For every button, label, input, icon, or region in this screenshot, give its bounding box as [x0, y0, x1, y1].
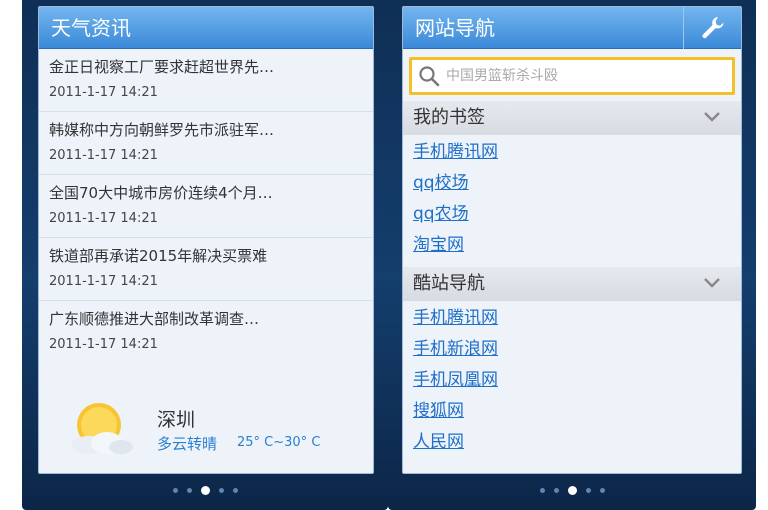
news-item-time: 2011-1-17 14:21: [49, 85, 158, 100]
news-item[interactable]: 金正日视察工厂要求赶超世界先… 2011-1-17 14:21: [39, 49, 373, 112]
bookmarks-section-header[interactable]: 我的书签: [403, 101, 741, 135]
chevron-down-icon[interactable]: [703, 111, 721, 123]
site-link[interactable]: 手机新浪网: [413, 334, 731, 365]
settings-button[interactable]: [683, 7, 741, 49]
page-dot[interactable]: [218, 488, 224, 493]
news-item-title[interactable]: 全国70大中城市房价连续4个月…: [49, 182, 363, 204]
weather-temperature: 25° C~30° C: [237, 435, 321, 450]
page-dot[interactable]: [539, 488, 545, 493]
news-item-title[interactable]: 韩媒称中方向朝鲜罗先市派驻军…: [49, 119, 363, 141]
partly-cloudy-icon: [71, 403, 133, 454]
page-dot[interactable]: [232, 488, 238, 493]
site-link[interactable]: 手机凤凰网: [413, 365, 731, 396]
news-screen: 天气资讯 金正日视察工厂要求赶超世界先… 2011-1-17 14:21 韩媒称…: [22, 0, 388, 510]
news-item[interactable]: 铁道部再承诺2015年解决买票难 2011-1-17 14:21: [39, 238, 373, 301]
weather-condition: 多云转晴: [157, 435, 218, 453]
news-item-time: 2011-1-17 14:21: [49, 148, 158, 163]
news-widget: 天气资讯 金正日视察工厂要求赶超世界先… 2011-1-17 14:21 韩媒称…: [38, 6, 374, 474]
bookmark-link[interactable]: qq农场: [413, 199, 731, 230]
news-item-title[interactable]: 铁道部再承诺2015年解决买票难: [49, 245, 363, 267]
news-item[interactable]: 全国70大中城市房价连续4个月… 2011-1-17 14:21: [39, 175, 373, 238]
weather-panel[interactable]: 深圳 多云转晴 25° C~30° C: [39, 391, 373, 473]
page-dot-active[interactable]: [567, 486, 577, 495]
wrench-icon: [701, 17, 724, 39]
page-dot-active[interactable]: [200, 486, 210, 495]
bookmark-link[interactable]: 淘宝网: [413, 230, 731, 261]
search-icon: [419, 66, 440, 87]
bookmark-link[interactable]: qq校场: [413, 168, 731, 199]
search-box[interactable]: [409, 57, 735, 95]
page-indicator[interactable]: [22, 486, 388, 495]
cool-nav-list: 手机腾讯网 手机新浪网 手机凤凰网 搜狐网 人民网: [403, 301, 741, 458]
page-indicator[interactable]: [388, 486, 756, 495]
page-dot[interactable]: [599, 488, 605, 493]
nav-widget-header: 网站导航: [403, 7, 741, 49]
site-link[interactable]: 人民网: [413, 427, 731, 458]
nav-widget-title: 网站导航: [415, 16, 495, 40]
cool-nav-title: 酷站导航: [413, 273, 485, 294]
nav-widget: 网站导航 我的书签 手机腾讯网 qq校场 qq农场 淘宝网: [402, 6, 742, 474]
bookmarks-list: 手机腾讯网 qq校场 qq农场 淘宝网: [403, 135, 741, 261]
bookmark-link[interactable]: 手机腾讯网: [413, 137, 731, 168]
site-link[interactable]: 手机腾讯网: [413, 303, 731, 334]
weather-city: 深圳: [157, 409, 196, 431]
news-item-time: 2011-1-17 14:21: [49, 274, 158, 289]
site-link[interactable]: 搜狐网: [413, 396, 731, 427]
news-item[interactable]: 广东顺德推进大部制改革调查… 2011-1-17 14:21: [39, 301, 373, 364]
page-dot[interactable]: [553, 488, 559, 493]
news-item-title[interactable]: 金正日视察工厂要求赶超世界先…: [49, 56, 363, 78]
news-item[interactable]: 韩媒称中方向朝鲜罗先市派驻军… 2011-1-17 14:21: [39, 112, 373, 175]
bookmarks-title: 我的书签: [413, 107, 485, 128]
page-dot[interactable]: [585, 488, 591, 493]
nav-screen: 网站导航 我的书签 手机腾讯网 qq校场 qq农场 淘宝网: [388, 0, 756, 510]
news-widget-title: 天气资讯: [39, 7, 373, 49]
chevron-down-icon[interactable]: [703, 277, 721, 289]
cool-nav-section-header[interactable]: 酷站导航: [403, 267, 741, 301]
page-dot[interactable]: [186, 488, 192, 493]
search-input[interactable]: [446, 60, 726, 92]
news-item-time: 2011-1-17 14:21: [49, 337, 158, 352]
page-dot[interactable]: [172, 488, 178, 493]
news-item-time: 2011-1-17 14:21: [49, 211, 158, 226]
news-item-title[interactable]: 广东顺德推进大部制改革调查…: [49, 308, 363, 330]
